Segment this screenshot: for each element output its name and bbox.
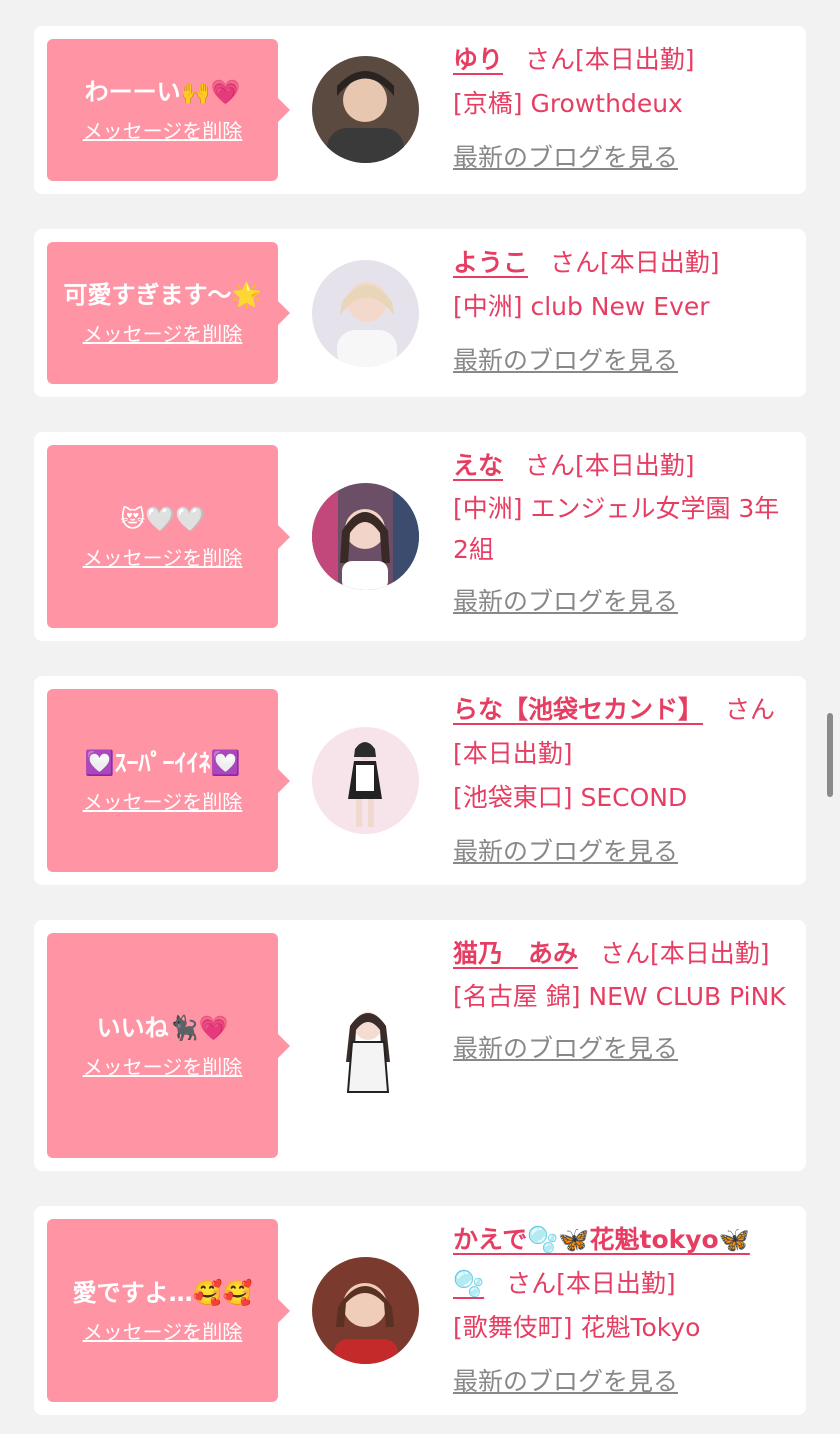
person-avatar-icon[interactable] [312, 1257, 419, 1364]
person-avatar-icon[interactable] [312, 260, 419, 367]
person-avatar-icon[interactable] [312, 56, 419, 163]
message-card: 😻🤍🤍 メッセージを削除 えな さん[本日出勤] [中洲] エンジェル女学園 3年… [34, 432, 806, 641]
san-label: さん [525, 451, 576, 480]
message-text: 愛ですよ…🥰🥰 [72, 1278, 253, 1307]
delete-message-link[interactable]: メッセージを削除 [83, 118, 243, 144]
attendance-status: [本日出勤] [600, 248, 720, 277]
message-card: いいね🐈‍⬛💗 メッセージを削除 猫乃 あみ さん[本日出勤] [名古屋 錦] N… [34, 920, 806, 1171]
profile-name-link[interactable]: えな [453, 451, 503, 480]
scrollbar[interactable] [827, 713, 833, 797]
attendance-status: [本日出勤] [650, 939, 770, 968]
person-avatar-icon[interactable] [312, 727, 419, 834]
san-label: さん [525, 45, 576, 74]
person-avatar-icon[interactable] [312, 992, 419, 1099]
profile-info: ようこ さん[本日出勤] [中洲] club New Ever 最新のブログを見る [453, 241, 789, 383]
message-bubble: 💟ｽｰﾊﾟｰｲｲﾈ💟 メッセージを削除 [47, 689, 290, 872]
san-label: さん [725, 695, 776, 724]
san-label: さん [600, 939, 651, 968]
message-text: 💟ｽｰﾊﾟｰｲｲﾈ💟 [84, 748, 241, 777]
message-card: わーーい🙌💗 メッセージを削除 ゆり さん[本日出勤] [京橋] Growthde… [34, 26, 806, 194]
profile-name-link[interactable]: ゆり [453, 45, 503, 74]
latest-blog-link[interactable]: 最新のブログを見る [453, 339, 678, 383]
delete-message-link[interactable]: メッセージを削除 [83, 1054, 243, 1080]
latest-blog-link[interactable]: 最新のブログを見る [453, 580, 678, 624]
message-card: 可愛すぎます〜🌟 メッセージを削除 ようこ さん[本日出勤] [中洲] club … [34, 229, 806, 397]
message-card: 💟ｽｰﾊﾟｰｲｲﾈ💟 メッセージを削除 らな【池袋セカンド】 さん [本日出勤] [… [34, 676, 806, 885]
latest-blog-link[interactable]: 最新のブログを見る [453, 1360, 678, 1404]
profile-info: らな【池袋セカンド】 さん [本日出勤] [池袋東口] SECOND 最新のブログを… [453, 688, 789, 874]
person-avatar-icon[interactable] [312, 483, 419, 590]
message-text: 可愛すぎます〜🌟 [63, 281, 262, 309]
shop-area: [池袋東口] SECOND [453, 783, 688, 812]
attendance-status: [本日出勤] [453, 739, 573, 768]
profile-info: 猫乃 あみ さん[本日出勤] [名古屋 錦] NEW CLUB PiNK 最新のブ… [453, 932, 789, 1071]
attendance-status: [本日出勤] [575, 45, 695, 74]
message-bubble: 可愛すぎます〜🌟 メッセージを削除 [47, 242, 290, 384]
delete-message-link[interactable]: メッセージを削除 [83, 321, 243, 347]
message-bubble: わーーい🙌💗 メッセージを削除 [47, 39, 290, 181]
shop-area: [中洲] club New Ever [453, 292, 710, 321]
message-bubble: 愛ですよ…🥰🥰 メッセージを削除 [47, 1219, 290, 1402]
message-text: いいね🐈‍⬛💗 [96, 1013, 229, 1042]
shop-area: [中洲] エンジェル女学園 3年2組 [453, 494, 780, 564]
san-label: さん [550, 248, 601, 277]
latest-blog-link[interactable]: 最新のブログを見る [453, 830, 678, 874]
attendance-status: [本日出勤] [556, 1269, 676, 1298]
san-label: さん [506, 1269, 557, 1298]
latest-blog-link[interactable]: 最新のブログを見る [453, 136, 678, 180]
profile-info: えな さん[本日出勤] [中洲] エンジェル女学園 3年2組 最新のブログを見る [453, 444, 789, 624]
profile-name-link[interactable]: 猫乃 あみ [453, 939, 578, 968]
profile-info: ゆり さん[本日出勤] [京橋] Growthdeux 最新のブログを見る [453, 38, 789, 180]
shop-area: [京橋] Growthdeux [453, 89, 683, 118]
delete-message-link[interactable]: メッセージを削除 [83, 789, 243, 815]
delete-message-link[interactable]: メッセージを削除 [83, 545, 243, 571]
message-text: わーーい🙌💗 [84, 78, 241, 106]
message-card: 愛ですよ…🥰🥰 メッセージを削除 かえで🫧🦋花魁tokyo🦋🫧 さん[本日出勤] … [34, 1206, 806, 1415]
latest-blog-link[interactable]: 最新のブログを見る [453, 1027, 678, 1071]
delete-message-link[interactable]: メッセージを削除 [83, 1319, 243, 1345]
message-bubble: いいね🐈‍⬛💗 メッセージを削除 [47, 933, 290, 1158]
profile-name-link[interactable]: ようこ [453, 248, 528, 277]
attendance-status: [本日出勤] [575, 451, 695, 480]
profile-name-link[interactable]: らな【池袋セカンド】 [453, 695, 703, 724]
shop-area: [名古屋 錦] NEW CLUB PiNK [453, 982, 786, 1011]
profile-info: かえで🫧🦋花魁tokyo🦋🫧 さん[本日出勤] [歌舞伎町] 花魁Tokyo 最新… [453, 1218, 789, 1404]
shop-area: [歌舞伎町] 花魁Tokyo [453, 1313, 701, 1342]
message-text: 😻🤍🤍 [120, 504, 205, 533]
message-bubble: 😻🤍🤍 メッセージを削除 [47, 445, 290, 628]
